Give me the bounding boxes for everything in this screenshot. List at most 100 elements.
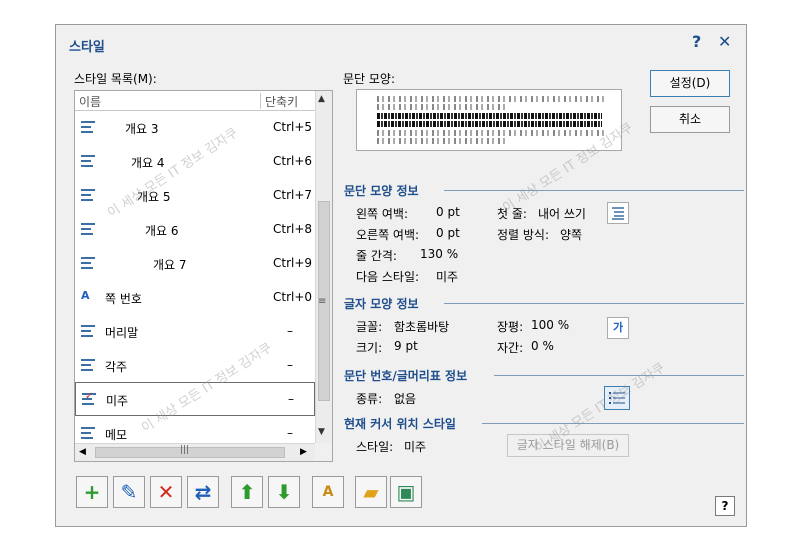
next-style-label: 다음 스타일: [356, 270, 420, 284]
move-up-button[interactable]: ⬆ [231, 476, 263, 508]
cursor-style-label: 스타일: [356, 440, 394, 454]
save-style-button[interactable]: ▣ [390, 476, 422, 508]
style-shortcut: Ctrl+9 [273, 256, 313, 270]
column-header-shortcut[interactable]: 단축키 [260, 93, 298, 109]
paragraph-icon [81, 427, 95, 441]
vertical-scrollbar[interactable]: ▲ ≡ ▼ [315, 91, 332, 443]
bullet-list-icon[interactable] [604, 386, 630, 410]
style-shortcut: Ctrl+6 [273, 154, 313, 168]
section-title: 문단 번호/글머리표 정보 [344, 369, 468, 383]
style-name: 개요 6 [145, 224, 179, 238]
move-up-icon: ⬆ [238, 480, 256, 504]
scroll-left-icon[interactable]: ◀ [79, 447, 86, 457]
list-item[interactable]: 개요 6 Ctrl+8 [75, 213, 315, 247]
left-margin-value: 0 pt [436, 205, 460, 219]
right-margin-value: 0 pt [436, 226, 460, 240]
font-value: 함초롬바탕 [394, 320, 450, 334]
list-item[interactable]: 머리말 – [75, 315, 315, 349]
dialog-title: 스타일 [69, 40, 105, 55]
line-spacing-value: 130 % [420, 247, 459, 261]
left-margin-label: 왼쪽 여백: [356, 207, 409, 221]
style-list-label: 스타일 목록(M): [74, 72, 157, 86]
paragraph-icon [81, 359, 95, 373]
style-name: 머리말 [105, 326, 139, 340]
style-template-button[interactable]: A [312, 476, 344, 508]
open-folder-icon: ▰ [363, 480, 379, 504]
type-value: 없음 [394, 392, 417, 406]
style-name: 개요 7 [153, 258, 187, 272]
line-spacing-label: 줄 간격: [356, 249, 397, 263]
style-name: 개요 3 [125, 122, 159, 136]
style-shortcut: Ctrl+8 [273, 222, 313, 236]
save-icon: ▣ [396, 480, 416, 504]
grip-icon: ||| [180, 445, 190, 455]
help-button[interactable]: ? [715, 496, 735, 516]
add-style-button[interactable]: + [76, 476, 108, 508]
paragraph-icon [81, 325, 95, 339]
style-dialog: 스타일 ? ✕ 스타일 목록(M): 이름 단축키 개요 3 Ctrl+5 개요… [55, 24, 747, 527]
open-style-button[interactable]: ▰ [355, 476, 387, 508]
title-bar: 스타일 ? ✕ [56, 25, 746, 63]
divider [482, 423, 744, 424]
scroll-down-icon[interactable]: ▼ [318, 427, 325, 437]
replace-style-button[interactable]: ⇄ [187, 476, 219, 508]
settings-button[interactable]: 설정(D) [650, 70, 730, 97]
list-item[interactable]: 개요 4 Ctrl+6 [75, 145, 315, 179]
scroll-up-icon[interactable]: ▲ [318, 94, 325, 104]
style-shortcut: – [287, 426, 293, 440]
cancel-button[interactable]: 취소 [650, 106, 730, 133]
list-header: 이름 단축키 [75, 91, 315, 111]
spacing-value: 0 % [531, 339, 554, 353]
paragraph-checked-icon: ✓ [82, 391, 96, 407]
style-template-icon: A [322, 484, 334, 500]
grip-icon: ≡ [318, 296, 327, 307]
spacing-label: 자간: [497, 341, 524, 355]
edit-style-button[interactable]: ✎ [113, 476, 145, 508]
delete-style-button[interactable]: ✕ [150, 476, 182, 508]
horizontal-scrollbar[interactable]: ◀ ||| ▶ [75, 443, 315, 461]
style-shortcut: – [287, 358, 293, 372]
size-label: 크기: [356, 341, 383, 355]
close-icon[interactable]: ✕ [718, 34, 731, 50]
column-header-name[interactable]: 이름 [79, 93, 101, 110]
divider [444, 190, 744, 191]
style-list[interactable]: 이름 단축키 개요 3 Ctrl+5 개요 4 Ctrl+6 개요 5 Ctrl… [74, 90, 333, 462]
style-shortcut: Ctrl+0 [273, 290, 313, 304]
outline-icon [81, 189, 95, 203]
next-style-value: 미주 [436, 270, 459, 284]
list-item[interactable]: 각주 – [75, 349, 315, 383]
cursor-style-value: 미주 [404, 440, 427, 454]
paragraph-preview [356, 89, 622, 151]
move-down-button[interactable]: ⬇ [268, 476, 300, 508]
divider [494, 375, 744, 376]
char-shape-icon[interactable]: 가 [607, 317, 629, 339]
list-item-selected[interactable]: ✓ 미주 – [75, 382, 315, 416]
release-style-button[interactable]: 글자 스타일 해제(B) [507, 434, 629, 457]
section-title: 글자 모양 정보 [344, 297, 419, 311]
edit-style-icon: ✎ [120, 480, 138, 504]
add-style-icon: + [83, 480, 101, 504]
size-value: 9 pt [394, 339, 418, 353]
list-item[interactable]: 개요 3 Ctrl+5 [75, 111, 315, 145]
help-icon[interactable]: ? [692, 34, 701, 50]
move-down-icon: ⬇ [275, 480, 293, 504]
scroll-right-icon[interactable]: ▶ [300, 447, 307, 457]
list-item[interactable]: 개요 5 Ctrl+7 [75, 179, 315, 213]
style-shortcut: Ctrl+7 [273, 188, 313, 202]
delete-style-icon: ✕ [157, 480, 175, 504]
paragraph-shape-icon[interactable] [607, 202, 629, 224]
width-label: 장평: [497, 320, 524, 334]
char-style-icon: A [81, 289, 90, 302]
list-item[interactable]: 개요 7 Ctrl+9 [75, 247, 315, 281]
replace-style-icon: ⇄ [194, 480, 212, 504]
width-value: 100 % [531, 318, 570, 332]
style-shortcut: – [287, 324, 293, 338]
font-label: 글꼴: [356, 320, 383, 334]
first-line-value: 내어 쓰기 [538, 207, 586, 221]
section-title: 문단 모양 정보 [344, 184, 419, 198]
outline-icon [81, 155, 95, 169]
divider [444, 303, 744, 304]
scroll-thumb[interactable] [95, 447, 285, 458]
right-margin-label: 오른쪽 여백: [356, 228, 420, 242]
list-item[interactable]: A 쪽 번호 Ctrl+0 [75, 281, 315, 315]
